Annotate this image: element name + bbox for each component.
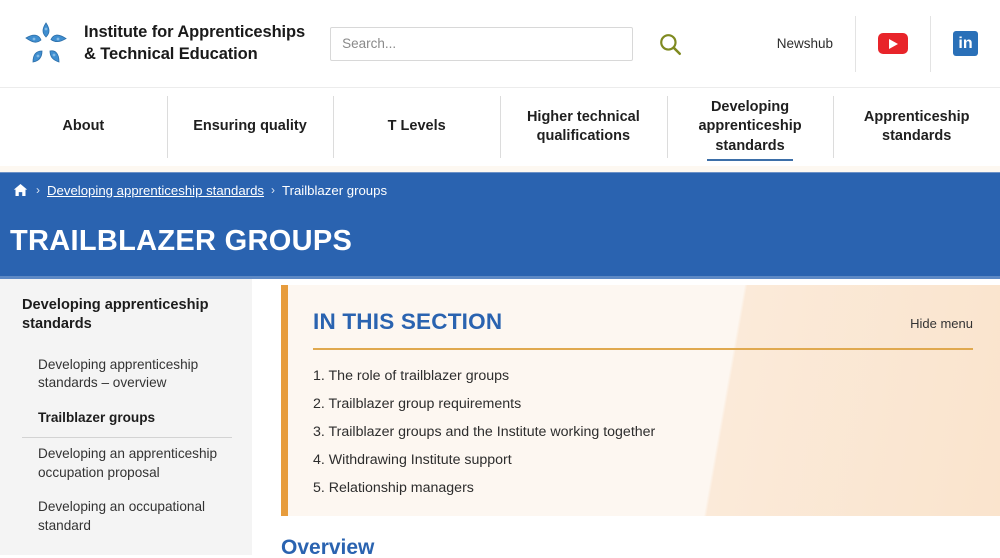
- list-item: 3. Trailblazer groups and the Institute …: [313, 423, 973, 441]
- nav-label: About: [62, 118, 105, 135]
- list-item: 4. Withdrawing Institute support: [313, 451, 973, 469]
- breadcrumb-link-developing-apprenticeship-standards[interactable]: Developing apprenticeship standards: [47, 183, 264, 198]
- search-button[interactable]: [655, 29, 685, 59]
- newshub-link[interactable]: Newshub: [777, 36, 833, 51]
- ifate-flower-logo-icon: [22, 20, 70, 68]
- site-brand[interactable]: Institute for Apprenticeships & Technica…: [22, 20, 305, 68]
- nav-label: Developing apprenticeship standards: [698, 98, 801, 155]
- nav-item-ensuring-quality[interactable]: Ensuring quality: [166, 88, 334, 166]
- page-title-banner: TRAILBLAZER GROUPS: [0, 207, 1000, 276]
- nav-label: Ensuring quality: [193, 118, 307, 135]
- breadcrumb-separator: ›: [271, 183, 276, 197]
- section-link-3[interactable]: 3. Trailblazer groups and the Institute …: [313, 424, 655, 440]
- brand-name: Institute for Apprenticeships & Technica…: [84, 23, 306, 63]
- site-search: [330, 26, 685, 61]
- sidebar-item-developing-an-occupational-standard[interactable]: Developing an occupational standard: [22, 491, 232, 544]
- breadcrumb: › Developing apprenticeship standards › …: [0, 172, 1000, 207]
- in-this-section-panel: IN THIS SECTION Hide menu 1. The role of…: [281, 285, 1000, 516]
- sidebar-item-developing-an-apprenticeship-occupation-proposal[interactable]: Developing an apprenticeship occupation …: [22, 438, 232, 491]
- nav-item-higher-technical-qualifications[interactable]: Higher technical qualifications: [500, 88, 667, 166]
- search-input[interactable]: [330, 26, 634, 61]
- in-this-section-list: 1. The role of trailblazer groups 2. Tra…: [313, 367, 973, 497]
- breadcrumb-current-trailblazer-groups: Trailblazer groups: [282, 182, 388, 198]
- panel-divider: [313, 348, 973, 350]
- list-item: 5. Relationship managers: [313, 479, 973, 497]
- nav-label: Apprenticeship standards: [863, 108, 970, 144]
- header-utility-links: Newshub in: [755, 15, 1000, 72]
- breadcrumb-home-link[interactable]: [12, 182, 29, 198]
- site-header: Institute for Apprenticeships & Technica…: [0, 0, 1000, 87]
- list-item: 2. Trailblazer group requirements: [313, 395, 973, 413]
- page-title: TRAILBLAZER GROUPS: [10, 225, 353, 257]
- section-link-2[interactable]: 2. Trailblazer group requirements: [313, 396, 521, 412]
- youtube-icon[interactable]: [878, 33, 908, 54]
- sidebar-item-developing-apprenticeship-standards-overview[interactable]: Developing apprenticeship standards – ov…: [22, 349, 232, 402]
- page-body: Developing apprenticeship standards Deve…: [0, 279, 1000, 558]
- section-link-5[interactable]: 5. Relationship managers: [313, 480, 474, 496]
- linkedin-icon[interactable]: in: [953, 31, 978, 56]
- section-link-4[interactable]: 4. Withdrawing Institute support: [313, 452, 512, 468]
- in-this-section-title: IN THIS SECTION: [313, 309, 503, 334]
- sidebar-navigation: Developing apprenticeship standards Deve…: [0, 279, 252, 555]
- nav-label: T Levels: [387, 118, 446, 135]
- search-icon: [660, 33, 682, 55]
- section-link-1[interactable]: 1. The role of trailblazer groups: [313, 368, 509, 384]
- breadcrumb-separator: ›: [36, 183, 40, 197]
- panel-accent-bar: [281, 285, 288, 516]
- main-navigation: About Ensuring quality T Levels Higher t…: [0, 87, 1000, 166]
- linkedin-cell[interactable]: in: [930, 15, 1000, 72]
- nav-item-developing-apprenticeship-standards[interactable]: Developing apprenticeship standards: [666, 88, 834, 166]
- nav-item-apprenticeship-standards[interactable]: Apprenticeship standards: [833, 88, 1000, 166]
- youtube-cell[interactable]: [855, 15, 930, 72]
- list-item: 1. The role of trailblazer groups: [313, 367, 973, 385]
- sidebar-item-trailblazer-groups[interactable]: Trailblazer groups: [22, 402, 232, 439]
- main-content: IN THIS SECTION Hide menu 1. The role of…: [252, 279, 1000, 558]
- hide-menu-link[interactable]: Hide menu: [910, 316, 973, 331]
- nav-item-t-levels[interactable]: T Levels: [333, 88, 500, 166]
- overview-heading: Overview: [281, 536, 375, 558]
- nav-label: Higher technical qualifications: [526, 108, 640, 144]
- nav-item-about[interactable]: About: [0, 88, 167, 166]
- newshub-cell[interactable]: Newshub: [755, 16, 855, 72]
- home-icon: [13, 184, 28, 196]
- sidebar-title: Developing apprenticeship standards: [22, 297, 209, 333]
